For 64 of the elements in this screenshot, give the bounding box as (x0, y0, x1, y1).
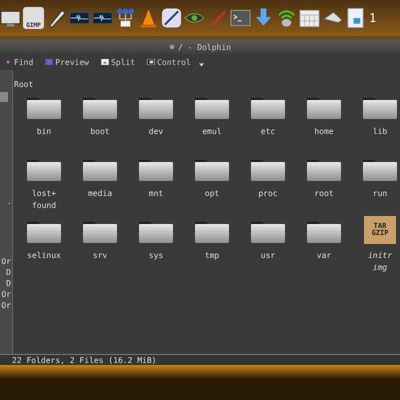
cone-icon[interactable] (138, 7, 159, 29)
file-name[interactable]: lost+ found (22, 188, 66, 212)
file-name[interactable]: var (302, 250, 346, 262)
folder-icon[interactable] (26, 158, 62, 182)
document-icon[interactable] (345, 7, 366, 29)
file-name[interactable]: tmp (190, 250, 234, 262)
file-name[interactable]: home (302, 126, 346, 138)
sidebar-item[interactable]: Or (1, 256, 11, 267)
file-name[interactable]: lib (358, 126, 400, 138)
file-name[interactable]: root (302, 188, 346, 200)
breadcrumb[interactable]: Root (13, 80, 34, 92)
file-name[interactable]: selinux (22, 250, 66, 262)
folder-icon[interactable] (26, 220, 62, 244)
folder-icon[interactable] (138, 96, 174, 120)
sidebar-item[interactable]: D (6, 267, 11, 278)
file-name[interactable]: opt (190, 188, 234, 200)
folder-icon[interactable] (362, 96, 398, 120)
app-icon (169, 44, 175, 50)
terminal-icon[interactable] (230, 7, 251, 29)
split-button[interactable]: Split (96, 58, 140, 66)
file-name[interactable]: boot (78, 126, 122, 138)
sidebar-item[interactable]: Or (1, 289, 11, 300)
sidebar-item[interactable]: D (6, 278, 11, 289)
folder-icon[interactable] (194, 96, 230, 120)
folder-icon[interactable] (306, 220, 342, 244)
sidebar-item[interactable]: Or (1, 300, 11, 311)
folder-icon[interactable] (194, 158, 230, 182)
file-name[interactable]: sys (134, 250, 178, 262)
preview-button[interactable]: Preview (41, 58, 93, 66)
folder-icon[interactable] (362, 158, 398, 182)
caret-icon[interactable] (198, 63, 204, 67)
file-name[interactable]: emul (190, 126, 234, 138)
folder-icon[interactable] (194, 220, 230, 244)
folder-icon[interactable] (306, 158, 342, 182)
control-button[interactable]: Control (143, 58, 195, 66)
file-name[interactable]: media (78, 188, 122, 200)
folder-icon[interactable] (138, 220, 174, 244)
find-button[interactable]: Find (0, 58, 38, 66)
control-icon (147, 59, 156, 65)
folder-icon[interactable] (250, 96, 286, 120)
status-text: 22 Folders, 2 Files (16.2 MiB) (12, 356, 156, 364)
file-name[interactable]: srv (78, 250, 122, 262)
network-icon[interactable] (115, 7, 136, 29)
file-name[interactable]: etc (246, 126, 290, 138)
file-name[interactable]: run (358, 188, 400, 200)
folder-icon[interactable] (82, 96, 118, 120)
file-name[interactable]: dev (134, 126, 178, 138)
file-name[interactable]: bin (22, 126, 66, 138)
folder-icon[interactable] (82, 220, 118, 244)
file-name[interactable]: proc (246, 188, 290, 200)
folder-icon[interactable] (250, 158, 286, 182)
folder-icon[interactable] (138, 158, 174, 182)
folder-icon[interactable] (26, 96, 62, 120)
folder-icon[interactable] (306, 96, 342, 120)
file-name[interactable]: usr (246, 250, 290, 262)
window-title: / - Dolphin (178, 42, 231, 52)
split-view-icon (100, 59, 109, 65)
calendar-icon[interactable] (299, 7, 320, 29)
image-icon (45, 59, 54, 65)
folder-icon[interactable] (250, 220, 286, 244)
file-name[interactable]: mnt (134, 188, 178, 200)
file-name[interactable]: initr img (363, 250, 397, 274)
folder-icon[interactable] (82, 158, 118, 182)
clock-text: 1 (369, 11, 376, 25)
